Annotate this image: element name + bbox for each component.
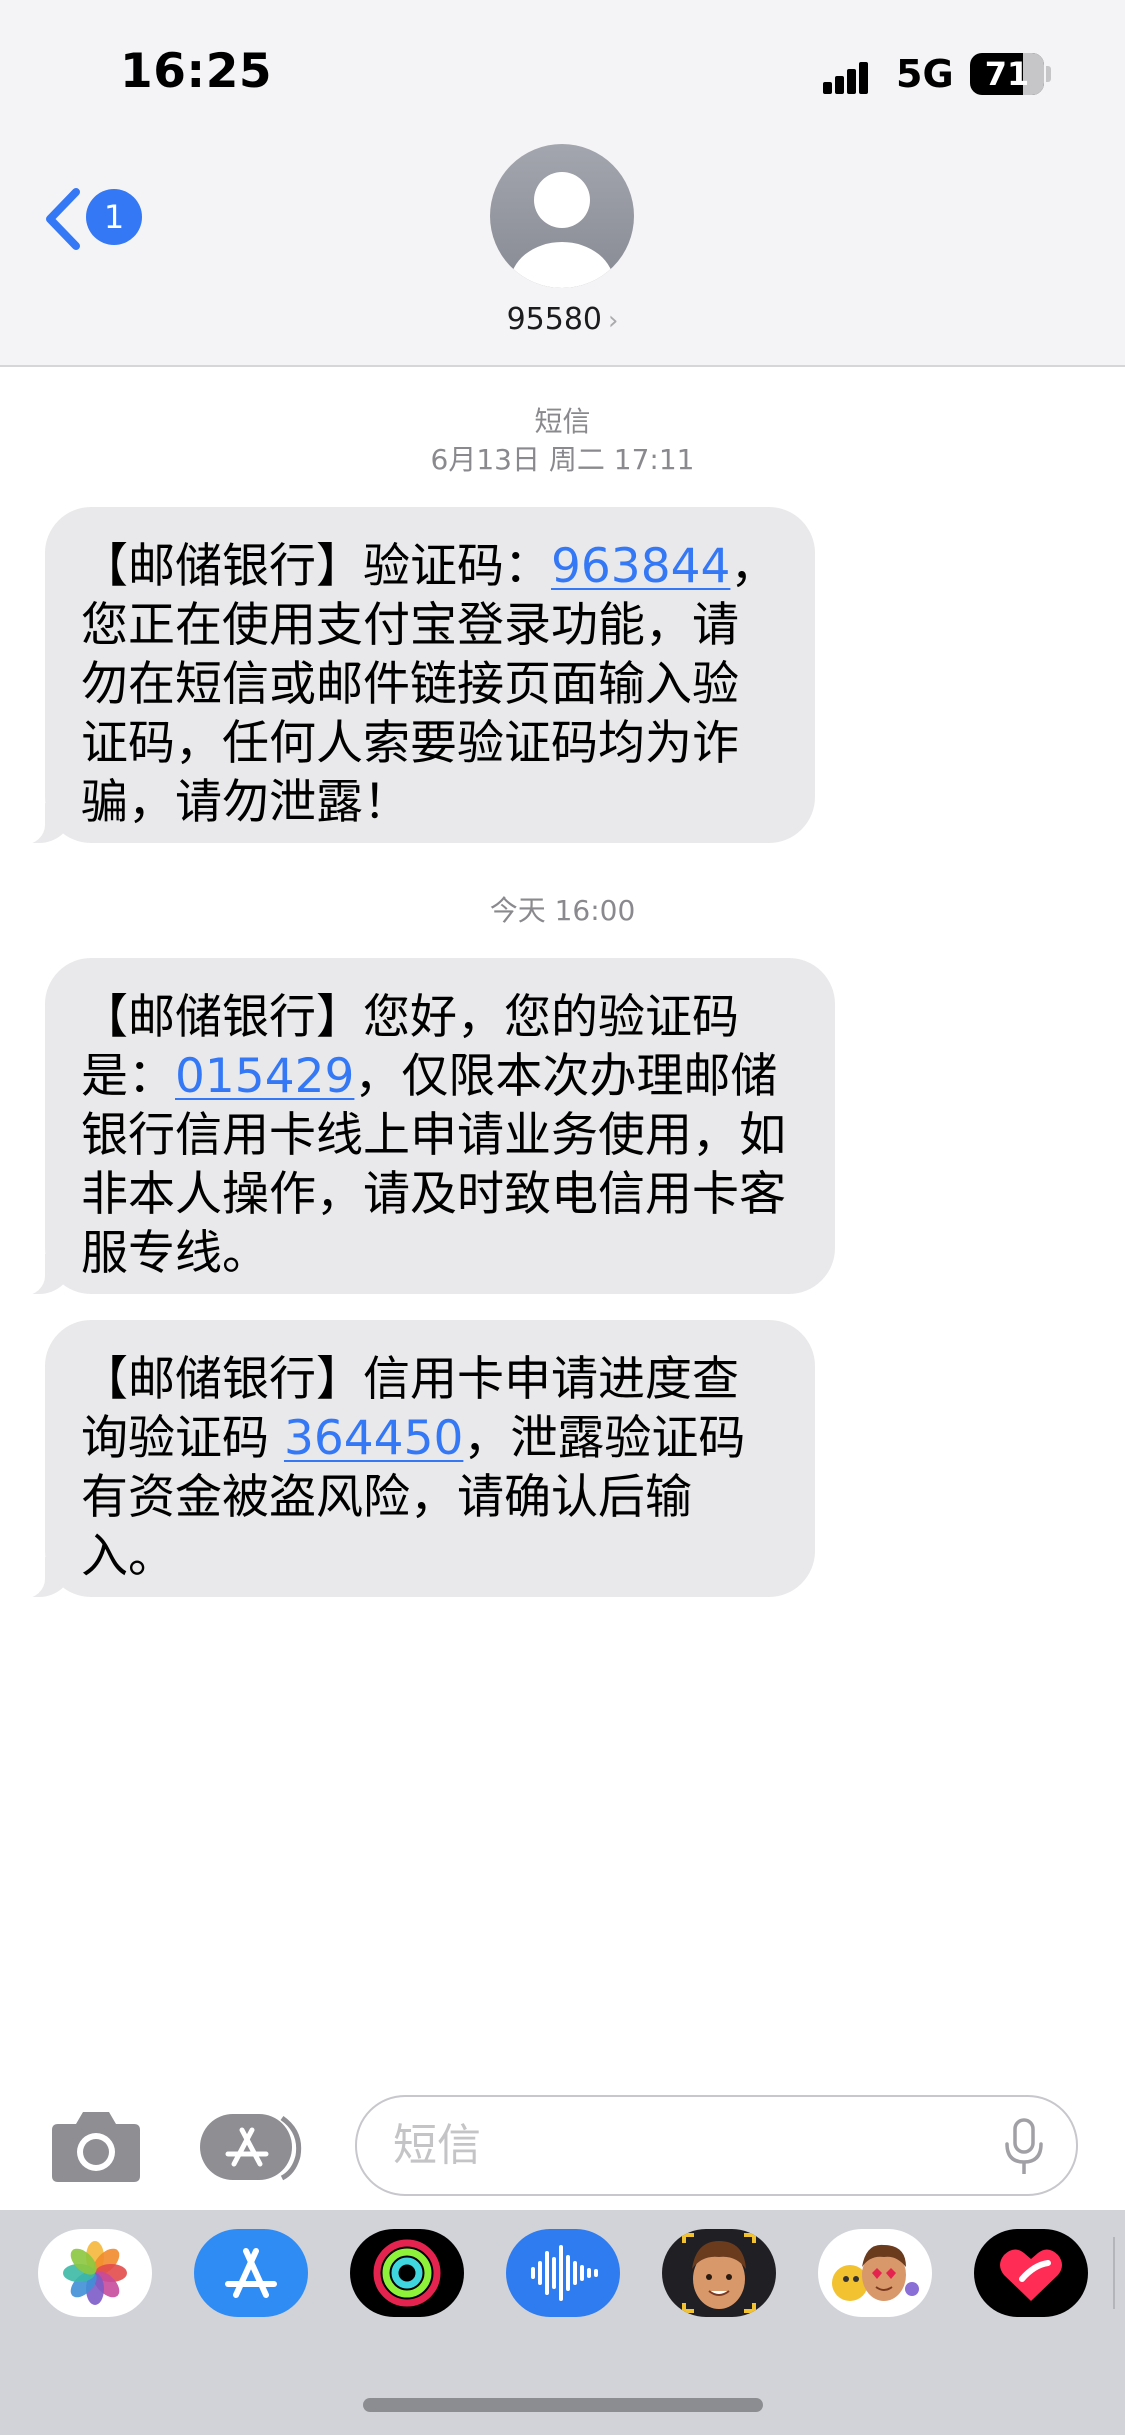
network-type: 5G: [896, 52, 954, 96]
battery-icon: 71: [970, 53, 1044, 95]
app-drawer-memoji-stickers[interactable]: [818, 2229, 932, 2317]
app-drawer-audio[interactable]: [506, 2229, 620, 2317]
memoji-icon: [682, 2233, 756, 2313]
home-indicator[interactable]: [363, 2398, 763, 2412]
status-time: 16:25: [120, 44, 273, 99]
cellular-signal-icon: [823, 58, 879, 94]
unread-count-badge: 1: [86, 189, 142, 245]
conversation-header: 16:25 5G 71 1 95580 ›: [0, 0, 1125, 367]
message-bubble[interactable]: 【邮储银行】信用卡申请进度查询验证码 364450，泄露验证码有资金被盗风险，请…: [23, 1320, 815, 1599]
audio-message-icon: [531, 2245, 598, 2301]
message-timestamp: 今天 16:00: [489, 894, 636, 927]
message-timestamp: 6月13日 周二 17:11: [430, 443, 695, 476]
contact-name-button[interactable]: 95580 ›: [450, 302, 675, 337]
message-input[interactable]: [355, 2095, 1078, 2196]
chevron-left-icon: [46, 188, 80, 250]
person-icon: [510, 172, 614, 288]
app-drawer-memoji[interactable]: [662, 2229, 776, 2317]
verification-code-link[interactable]: 963844: [551, 539, 730, 594]
digital-touch-icon: [1000, 2249, 1062, 2301]
app-store-icon: [200, 2114, 302, 2181]
camera-icon: [52, 2112, 140, 2182]
camera-button[interactable]: [50, 2108, 142, 2184]
app-drawer-photos[interactable]: [38, 2229, 152, 2317]
back-button[interactable]: 1: [44, 184, 144, 250]
fitness-icon: [373, 2239, 441, 2307]
memoji-stickers-icon: [832, 2244, 919, 2301]
message-text: 【邮储银行】验证码：: [81, 539, 551, 594]
app-store-icon: [225, 2248, 277, 2298]
contact-number: 95580: [506, 302, 603, 337]
message-bubble[interactable]: 【邮储银行】您好，您的验证码是：015429，仅限本次办理邮储银行信用卡线上申请…: [23, 958, 835, 1296]
app-drawer-digital-touch[interactable]: [974, 2229, 1088, 2317]
app-drawer-fitness[interactable]: [350, 2229, 464, 2317]
battery-nub: [1046, 66, 1051, 82]
app-drawer-app-store[interactable]: [194, 2229, 308, 2317]
battery-level: 71: [984, 55, 1030, 93]
verification-code-link[interactable]: 364450: [284, 1411, 463, 1466]
photos-icon: [63, 2241, 127, 2305]
microphone-icon: [1005, 2118, 1043, 2174]
chevron-right-icon: ›: [608, 306, 619, 336]
drawer-scroll-edge: [1113, 2237, 1115, 2309]
verification-code-link[interactable]: 015429: [175, 1049, 354, 1104]
message-bubble[interactable]: 【邮储银行】验证码：963844，您正在使用支付宝登录功能，请勿在短信或邮件链接…: [23, 507, 815, 845]
apps-button[interactable]: [198, 2112, 310, 2182]
contact-avatar[interactable]: [490, 144, 634, 288]
service-label: 短信: [534, 405, 591, 438]
dictation-button[interactable]: [1002, 2118, 1046, 2178]
